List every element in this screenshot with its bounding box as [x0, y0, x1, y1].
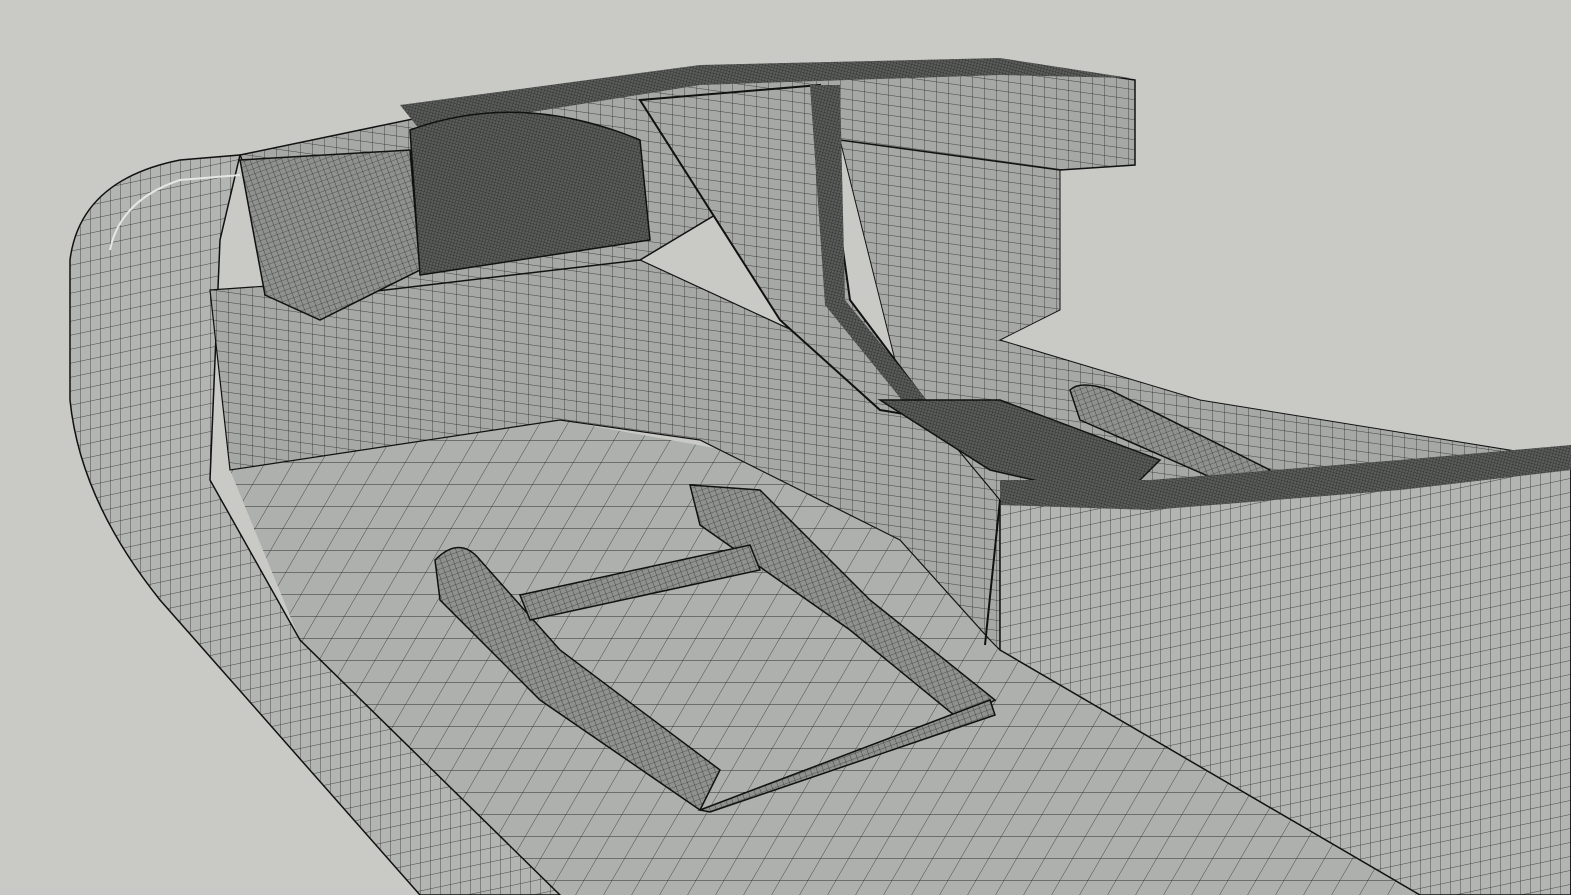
- 3d-viewport[interactable]: [0, 0, 1571, 895]
- wireframe-render: [69, 58, 1571, 895]
